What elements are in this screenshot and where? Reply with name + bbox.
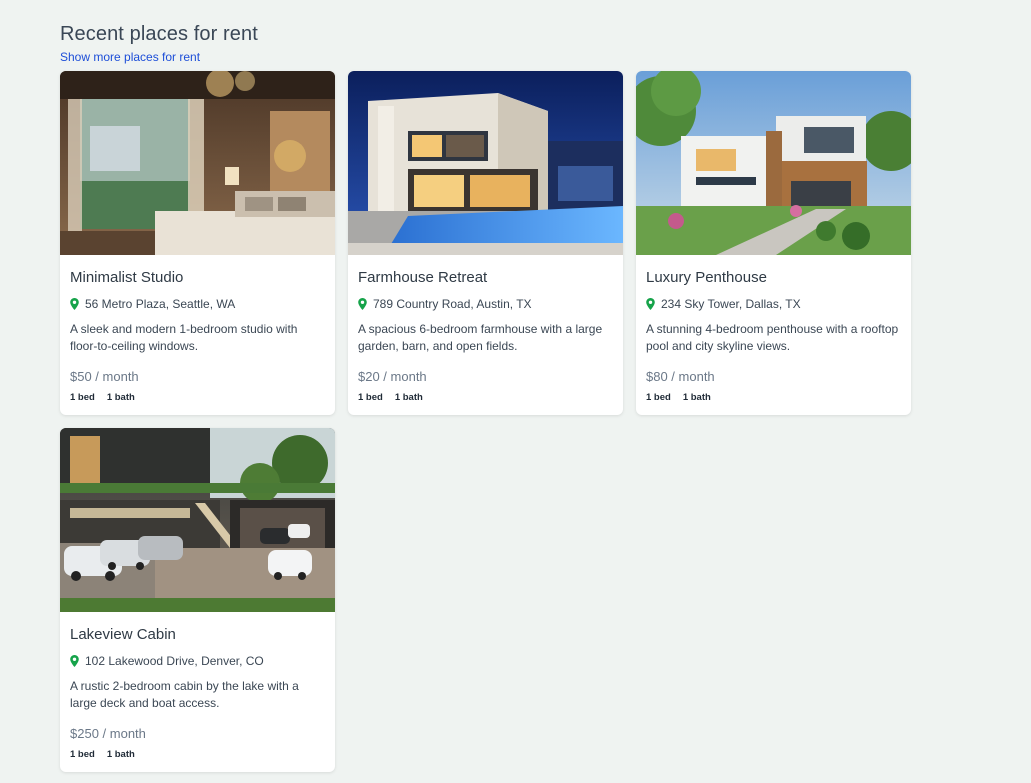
listing-location: 234 Sky Tower, Dallas, TX: [646, 297, 901, 311]
map-pin-icon: [358, 298, 367, 310]
listing-title[interactable]: Minimalist Studio: [70, 269, 325, 287]
listing-card[interactable]: Farmhouse Retreat 789 Country Road, Aust…: [348, 71, 623, 415]
listings-grid: Minimalist Studio 56 Metro Plaza, Seattl…: [60, 71, 1031, 772]
listing-price: $50 / month: [70, 369, 139, 384]
listing-card[interactable]: Minimalist Studio 56 Metro Plaza, Seattl…: [60, 71, 335, 415]
listing-price: $20 / month: [358, 369, 427, 384]
listing-card[interactable]: Luxury Penthouse 234 Sky Tower, Dallas, …: [636, 71, 911, 415]
listing-image[interactable]: [636, 71, 911, 255]
map-pin-icon: [70, 298, 79, 310]
listing-image[interactable]: [60, 71, 335, 255]
listing-beds: 1 bed: [646, 392, 671, 403]
page-title: Recent places for rent: [60, 23, 258, 45]
listing-beds: 1 bed: [358, 392, 383, 403]
listing-image[interactable]: [348, 71, 623, 255]
listing-beds: 1 bed: [70, 749, 95, 760]
listing-location: 102 Lakewood Drive, Denver, CO: [70, 654, 325, 668]
listing-card[interactable]: Lakeview Cabin 102 Lakewood Drive, Denve…: [60, 428, 335, 772]
map-pin-icon: [70, 655, 79, 667]
listing-specs: 1 bed 1 bath: [358, 392, 613, 404]
listing-baths: 1 bath: [106, 749, 135, 760]
listing-title[interactable]: Lakeview Cabin: [70, 626, 325, 644]
listing-location: 789 Country Road, Austin, TX: [358, 297, 613, 311]
listing-description: A rustic 2-bedroom cabin by the lake wit…: [70, 679, 299, 710]
listing-location: 56 Metro Plaza, Seattle, WA: [70, 297, 325, 311]
listing-image[interactable]: [60, 428, 335, 612]
listing-price: $80 / month: [646, 369, 715, 384]
listing-specs: 1 bed 1 bath: [646, 392, 901, 404]
listing-specs: 1 bed 1 bath: [70, 749, 325, 761]
listing-specs: 1 bed 1 bath: [70, 392, 325, 404]
listing-address: 234 Sky Tower, Dallas, TX: [661, 297, 801, 311]
map-pin-icon: [646, 298, 655, 310]
listing-description: A spacious 6-bedroom farmhouse with a la…: [358, 322, 603, 353]
listing-title[interactable]: Luxury Penthouse: [646, 269, 901, 287]
listing-title[interactable]: Farmhouse Retreat: [358, 269, 613, 287]
listing-baths: 1 bath: [394, 392, 423, 403]
listing-price: $250 / month: [70, 726, 146, 741]
page: Recent places for rent Show more places …: [0, 0, 1031, 772]
listing-baths: 1 bath: [106, 392, 135, 403]
listing-address: 56 Metro Plaza, Seattle, WA: [85, 297, 236, 311]
listing-address: 789 Country Road, Austin, TX: [373, 297, 532, 311]
listing-baths: 1 bath: [682, 392, 711, 403]
listing-beds: 1 bed: [70, 392, 95, 403]
listing-address: 102 Lakewood Drive, Denver, CO: [85, 654, 264, 668]
listing-description: A sleek and modern 1-bedroom studio with…: [70, 322, 298, 353]
show-more-link[interactable]: Show more places for rent: [60, 50, 200, 64]
listing-description: A stunning 4-bedroom penthouse with a ro…: [646, 322, 899, 353]
